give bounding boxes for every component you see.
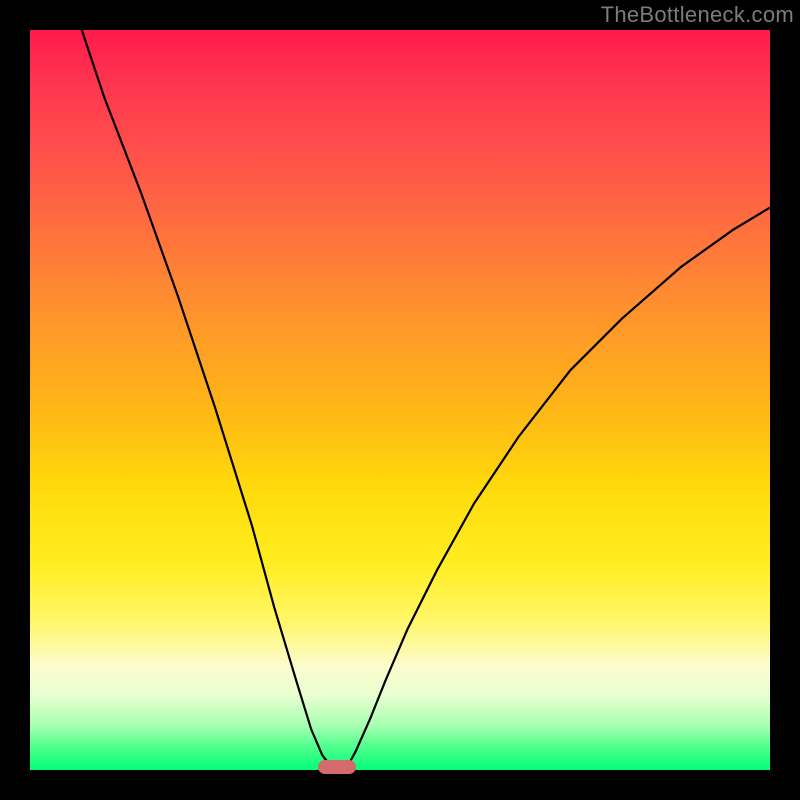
watermark-text: TheBottleneck.com — [601, 2, 794, 28]
curve-svg — [30, 30, 770, 770]
chart-frame: TheBottleneck.com — [0, 0, 800, 800]
curve-right — [347, 208, 770, 768]
curve-left — [82, 30, 332, 768]
plot-area — [30, 30, 770, 770]
bottleneck-marker — [318, 760, 356, 774]
